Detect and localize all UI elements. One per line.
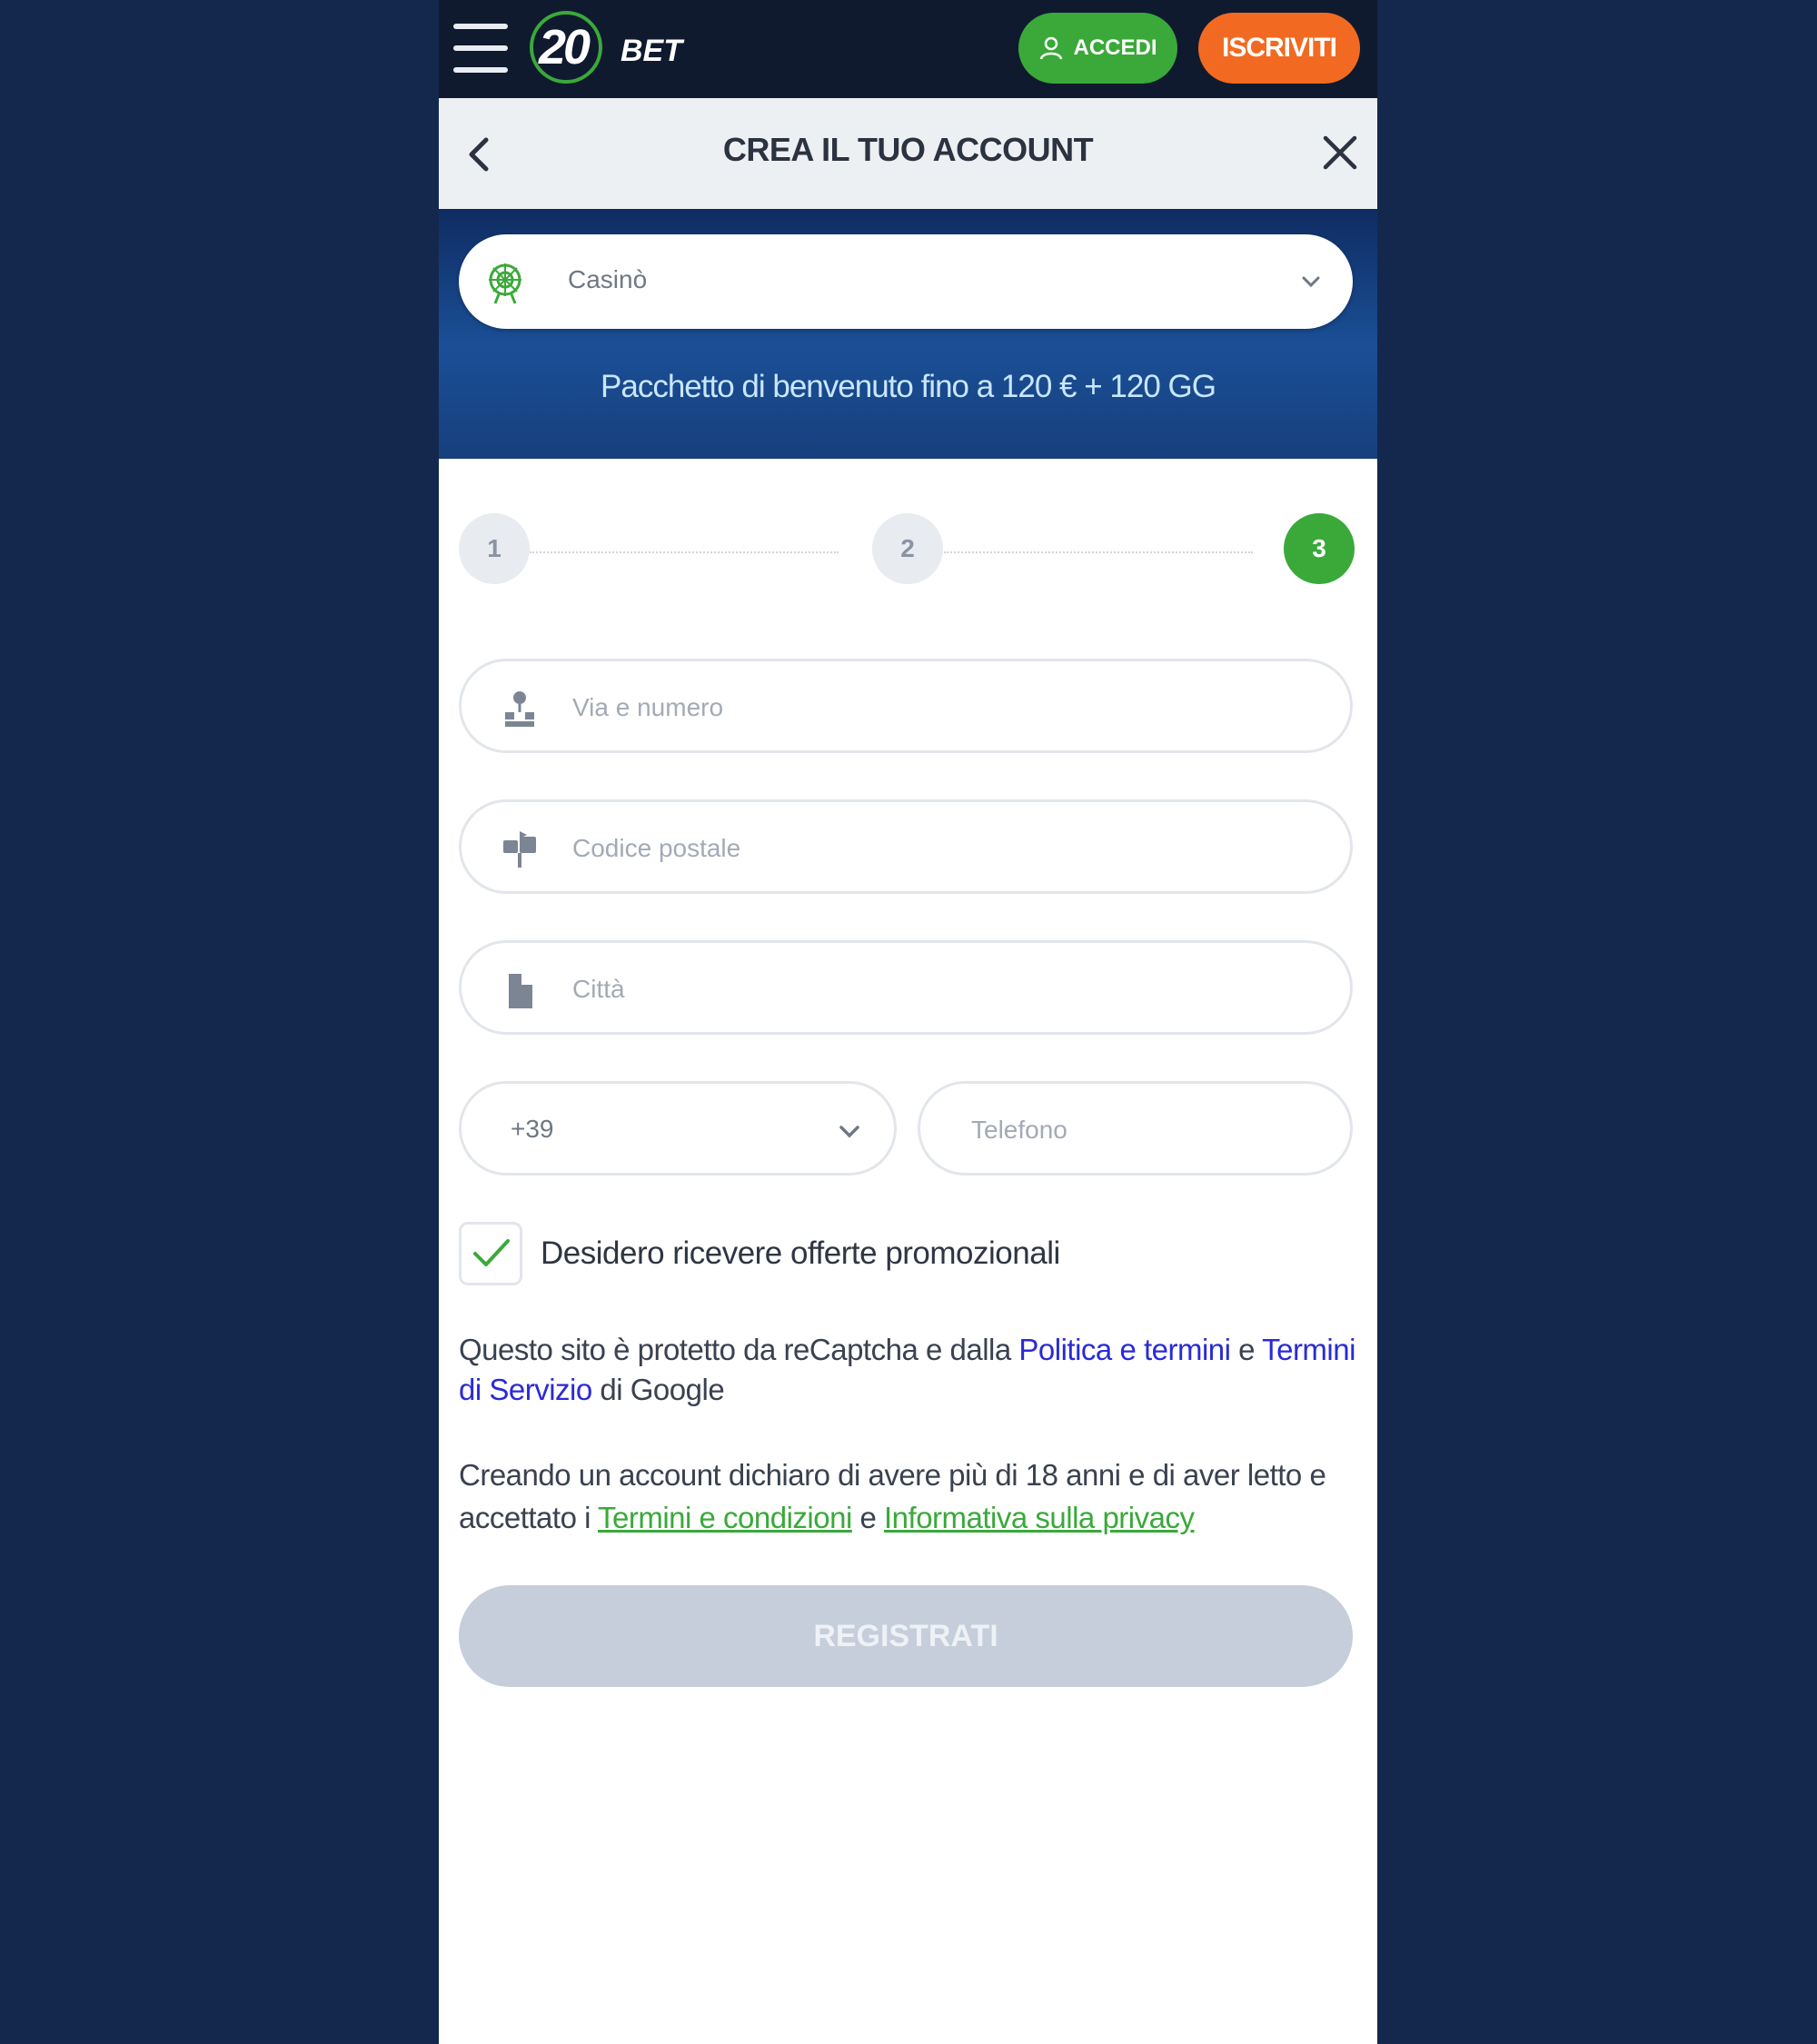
recaptcha-notice: Questo sito è protetto da reCaptcha e da… — [459, 1330, 1367, 1410]
step-3[interactable]: 3 — [1284, 513, 1355, 584]
recaptcha-text: di Google — [591, 1373, 725, 1406]
age-consent-notice: Creando un account dichiaro di avere più… — [459, 1454, 1367, 1539]
age-consent-text: e — [851, 1501, 885, 1534]
top-navigation-bar: 20 BET ACCEDI ISCRIVITI — [439, 0, 1377, 98]
street-field[interactable] — [459, 659, 1353, 753]
promo-offers-label[interactable]: Desidero ricevere offerte promozionali — [541, 1235, 1060, 1272]
mailbox-icon — [503, 831, 536, 868]
bonus-type-select[interactable]: Casinò — [459, 234, 1353, 329]
street-input[interactable] — [571, 681, 1317, 734]
brand-logo[interactable]: 20 BET — [530, 11, 693, 84]
bonus-type-value: Casinò — [568, 265, 648, 293]
chevron-down-icon — [1302, 276, 1320, 288]
recaptcha-text: e — [1230, 1333, 1263, 1366]
phone-country-code-value: +39 — [511, 1115, 554, 1143]
phone-country-code-select[interactable]: +39 — [459, 1081, 897, 1176]
mobile-viewport: 20 BET ACCEDI ISCRIVITI CREA IL TUO ACCO… — [439, 0, 1377, 2044]
roulette-wheel-icon — [489, 263, 521, 304]
postal-code-field[interactable] — [459, 799, 1353, 894]
register-button[interactable]: REGISTRATI — [459, 1585, 1353, 1687]
city-input[interactable] — [571, 963, 1317, 1016]
welcome-offer-text: Pacchetto di benvenuto fino a 120 € + 12… — [601, 369, 1216, 404]
step-1[interactable]: 1 — [459, 513, 530, 584]
chevron-down-icon — [839, 1126, 859, 1138]
address-icon — [505, 691, 534, 727]
page-title: CREA IL TUO ACCOUNT — [722, 131, 1094, 168]
terms-conditions-link[interactable]: Termini e condizioni — [598, 1501, 852, 1534]
user-icon — [1040, 36, 1063, 60]
city-field[interactable] — [459, 940, 1353, 1035]
menu-icon[interactable] — [453, 24, 508, 73]
signup-button[interactable]: ISCRIVITI — [1198, 13, 1360, 84]
postal-code-input[interactable] — [571, 822, 1317, 875]
privacy-policy-link[interactable]: Informativa sulla privacy — [884, 1501, 1195, 1534]
logo-text: BET — [621, 34, 682, 68]
welcome-bonus-banner: Casinò Pacchetto di benvenuto fino a 120… — [439, 209, 1377, 459]
logo-number: 20 — [539, 20, 591, 74]
login-label: ACCEDI — [1073, 35, 1157, 60]
login-button[interactable]: ACCEDI — [1018, 13, 1177, 84]
promo-offers-checkbox[interactable] — [459, 1222, 522, 1285]
building-icon — [509, 974, 532, 1008]
registration-steps: 1 2 3 — [439, 513, 1377, 590]
phone-field[interactable] — [918, 1081, 1353, 1176]
step-connector — [530, 551, 839, 553]
phone-input[interactable] — [969, 1104, 1336, 1156]
step-connector — [944, 551, 1253, 553]
recaptcha-text: Questo sito è protetto da reCaptcha e da… — [459, 1333, 1019, 1366]
step-2[interactable]: 2 — [872, 513, 943, 584]
close-icon[interactable] — [1318, 131, 1362, 174]
checkmark-icon — [473, 1239, 510, 1266]
registration-header: CREA IL TUO ACCOUNT — [439, 98, 1377, 209]
policy-terms-link[interactable]: Politica e termini — [1018, 1333, 1231, 1366]
